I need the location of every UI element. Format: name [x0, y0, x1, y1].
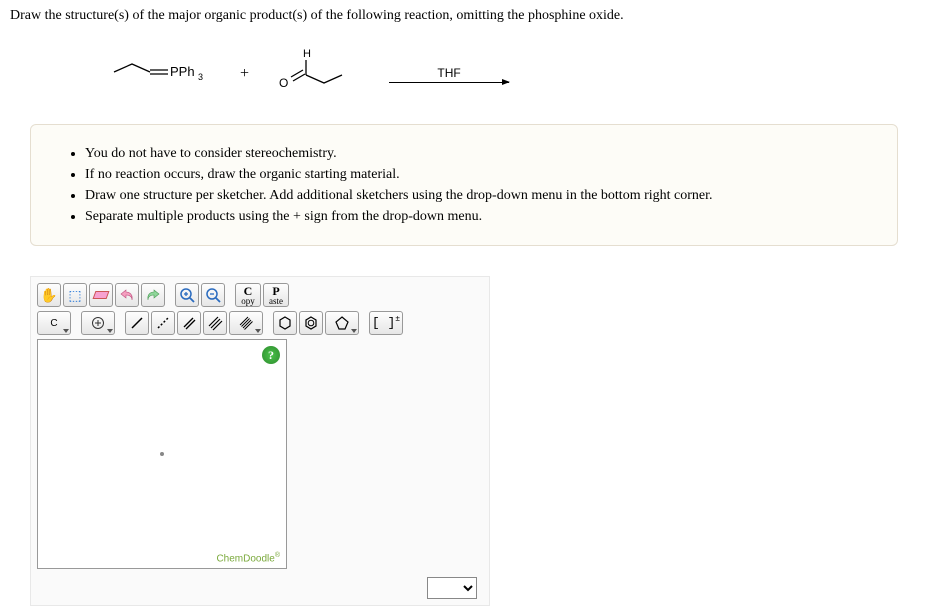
- help-button[interactable]: ?: [262, 346, 280, 364]
- zoom-out-icon: [205, 287, 221, 303]
- reaction-arrow: THF: [389, 66, 509, 83]
- plus-sign: +: [240, 65, 249, 83]
- single-bond-icon: [129, 315, 145, 331]
- instruction-item: If no reaction occurs, draw the organic …: [85, 164, 873, 185]
- bond-dropdown[interactable]: [229, 311, 263, 335]
- copy-label-small: opy: [241, 297, 255, 306]
- toolbar-row-2: C [ ]±: [37, 311, 483, 335]
- reagent-aldehyde: H O: [269, 47, 349, 102]
- undo-button[interactable]: [115, 283, 139, 307]
- triple-bond-icon: [207, 315, 223, 331]
- bracket-label: [ ]±: [372, 315, 400, 330]
- arrow-line: [389, 82, 509, 83]
- svg-text:H: H: [303, 48, 311, 60]
- lasso-tool[interactable]: ⬚: [63, 283, 87, 307]
- zoom-out-button[interactable]: [201, 283, 225, 307]
- undo-icon: [119, 288, 135, 302]
- element-label: C: [50, 318, 57, 329]
- sketcher-panel: ✋ ⬚ Copy Paste C: [30, 276, 490, 606]
- hand-icon: ✋: [40, 287, 57, 304]
- question-text: Draw the structure(s) of the major organ…: [10, 8, 918, 24]
- svg-text:O: O: [279, 76, 288, 90]
- svg-text:3: 3: [198, 72, 203, 82]
- instruction-item: Draw one structure per sketcher. Add add…: [85, 185, 873, 206]
- pentagon-icon: [334, 315, 350, 331]
- zoom-in-button[interactable]: [175, 283, 199, 307]
- reagent-ylide: PPh 3: [110, 54, 220, 94]
- quad-bond-icon: [238, 315, 254, 331]
- ring-dropdown[interactable]: [325, 311, 359, 335]
- chevron-down-icon: [63, 329, 69, 333]
- paste-label-small: aste: [269, 297, 283, 306]
- charge-icon: [91, 316, 105, 330]
- lasso-icon: ⬚: [68, 287, 81, 304]
- canvas-center-dot: [160, 452, 164, 456]
- charge-picker[interactable]: [81, 311, 115, 335]
- dotted-bond-tool[interactable]: [151, 311, 175, 335]
- single-bond-tool[interactable]: [125, 311, 149, 335]
- chevron-down-icon: [255, 329, 261, 333]
- eraser-icon: [93, 291, 110, 299]
- copy-button[interactable]: Copy: [235, 283, 261, 307]
- solvent-label: THF: [437, 66, 460, 80]
- triple-bond-tool[interactable]: [203, 311, 227, 335]
- instruction-item: Separate multiple products using the + s…: [85, 206, 873, 227]
- redo-button[interactable]: [141, 283, 165, 307]
- chevron-down-icon: [351, 329, 357, 333]
- chevron-down-icon: [107, 329, 113, 333]
- reaction-scheme: PPh 3 + H O THF: [110, 44, 918, 104]
- dotted-bond-icon: [155, 315, 171, 331]
- brand-label: ChemDoodle®: [216, 552, 280, 564]
- paste-label-big: P: [272, 285, 279, 297]
- hexagon-ring-tool[interactable]: [273, 311, 297, 335]
- double-bond-tool[interactable]: [177, 311, 201, 335]
- add-sketcher-dropdown[interactable]: [427, 577, 477, 599]
- sketcher-canvas[interactable]: ? ChemDoodle®: [37, 339, 287, 569]
- instructions-box: You do not have to consider stereochemis…: [30, 124, 898, 246]
- zoom-in-icon: [179, 287, 195, 303]
- element-picker[interactable]: C: [37, 311, 71, 335]
- benzene-ring-tool[interactable]: [299, 311, 323, 335]
- redo-icon: [145, 288, 161, 302]
- add-sketcher-dropdown-wrap: [427, 577, 483, 599]
- svg-text:PPh: PPh: [170, 64, 195, 79]
- paste-button[interactable]: Paste: [263, 283, 289, 307]
- toolbar-row-1: ✋ ⬚ Copy Paste: [37, 283, 483, 307]
- instruction-item: You do not have to consider stereochemis…: [85, 143, 873, 164]
- double-bond-icon: [181, 315, 197, 331]
- benzene-icon: [303, 315, 319, 331]
- copy-label-big: C: [244, 285, 253, 297]
- hand-tool[interactable]: ✋: [37, 283, 61, 307]
- hexagon-icon: [277, 315, 293, 331]
- bracket-tool[interactable]: [ ]±: [369, 311, 403, 335]
- eraser-tool[interactable]: [89, 283, 113, 307]
